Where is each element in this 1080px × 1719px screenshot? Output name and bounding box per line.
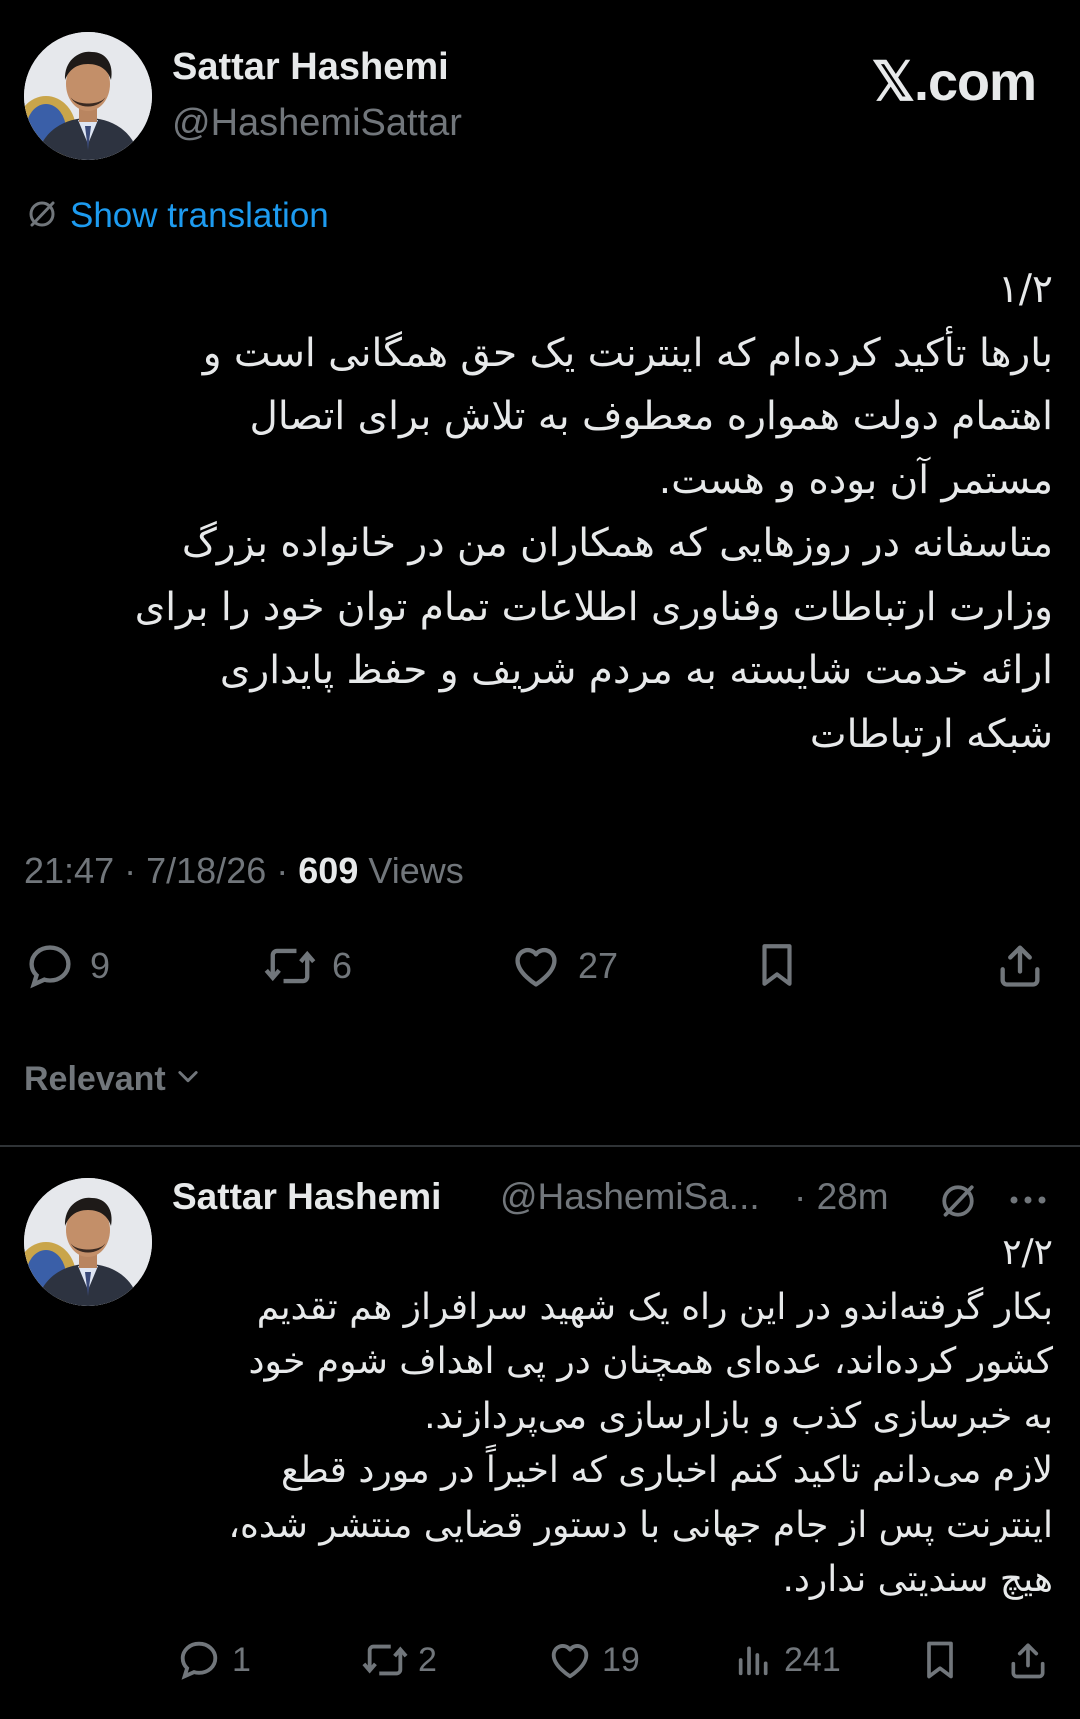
- repost-count: 2: [418, 1640, 437, 1679]
- reply-text-line: بکار گرفته‌اندو در این راه یک شهید سرافر…: [256, 1286, 1053, 1328]
- reply-author-name[interactable]: Sattar Hashemi: [172, 1176, 441, 1218]
- bookmark-icon: [752, 938, 802, 992]
- repost-button[interactable]: 2: [360, 1637, 437, 1683]
- share-icon: [994, 938, 1046, 992]
- views-button[interactable]: 241: [734, 1637, 841, 1683]
- globe-icon[interactable]: [938, 1181, 978, 1225]
- tweet-text-line: شبکه ارتباطات: [809, 711, 1053, 757]
- reply-time[interactable]: · 28m: [794, 1176, 889, 1218]
- separator: ·: [276, 850, 289, 891]
- repost-icon: [262, 940, 318, 992]
- like-button[interactable]: 19: [546, 1637, 640, 1683]
- like-icon: [546, 1637, 594, 1683]
- globe-icon: [26, 198, 58, 234]
- like-icon: [508, 940, 564, 992]
- repost-count: 6: [332, 945, 353, 986]
- divider: [0, 1145, 1080, 1147]
- like-count: 19: [602, 1640, 640, 1679]
- separator: ·: [124, 850, 137, 891]
- views-count: 609: [298, 850, 359, 891]
- like-button[interactable]: 27: [508, 940, 618, 992]
- reply-text-line: کشور کرده‌اند، عده‌ای همچنان در پی اهداف…: [248, 1341, 1053, 1382]
- bookmark-icon: [918, 1636, 962, 1684]
- views-icon: [734, 1637, 774, 1683]
- tweet-text-line: بارها تأکید کرده‌ام که اینترنت یک حق همگ…: [202, 330, 1053, 376]
- reply-count: 9: [90, 945, 111, 986]
- share-button[interactable]: [994, 938, 1046, 992]
- reply-text-line: لازم می‌دانم تاکید کنم اخباری که اخیراً …: [280, 1450, 1053, 1491]
- chevron-down-icon: [174, 1060, 202, 1099]
- reply-icon: [24, 940, 76, 992]
- reply-author-handle[interactable]: @HashemiSa...: [500, 1176, 760, 1218]
- share-button[interactable]: [1006, 1636, 1050, 1684]
- like-count: 27: [578, 945, 619, 986]
- reply-text-line: ۲/۲: [1002, 1232, 1053, 1273]
- reply-text-line: اینترنت پس از جام جهانی با دستور قضایی م…: [228, 1504, 1053, 1546]
- tweet-text: ۱/۲ بارها تأکید کرده‌ام که اینترنت یک حق…: [135, 258, 1053, 766]
- author-name[interactable]: Sattar Hashemi: [172, 46, 449, 89]
- sort-dropdown[interactable]: Relevant: [24, 1060, 202, 1099]
- tweet-date[interactable]: 7/18/26: [146, 850, 266, 891]
- tweet-text-line: وزارت ارتباطات وفناوری اطلاعات تمام توان…: [134, 584, 1053, 630]
- tweet-text-line: مستمر آن بوده و هست.: [658, 457, 1053, 503]
- repost-button[interactable]: 6: [262, 940, 352, 992]
- reply-text-line: هیچ سندیتی ندارد.: [782, 1559, 1053, 1600]
- share-icon: [1006, 1636, 1050, 1684]
- views-count: 241: [784, 1640, 841, 1679]
- reply-button[interactable]: 9: [24, 940, 110, 992]
- bookmark-button[interactable]: [752, 938, 802, 992]
- reply-text-line: به خبرسازی کذب و بازارسازی می‌پردازند.: [424, 1395, 1053, 1437]
- show-translation-label: Show translation: [70, 196, 329, 235]
- reply-author-avatar[interactable]: [24, 1178, 152, 1306]
- reply-text: ۲/۲ بکار گرفته‌اندو در این راه یک شهید س…: [228, 1226, 1053, 1608]
- tweet-text-line: اهتمام دولت همواره معطوف به تلاش برای ات…: [249, 394, 1054, 439]
- author-avatar[interactable]: [24, 32, 152, 160]
- reply-button[interactable]: 1: [176, 1637, 251, 1683]
- tweet-text-line: ۱/۲: [997, 267, 1053, 312]
- x-brand: 𝕏.com: [871, 52, 1037, 112]
- sort-label: Relevant: [24, 1060, 166, 1098]
- repost-icon: [360, 1637, 410, 1683]
- views-label: Views: [368, 850, 464, 891]
- tweet-text-line: ارائه خدمت شایسته به مردم شریف و حفظ پای…: [219, 648, 1053, 693]
- more-icon[interactable]: [1006, 1180, 1050, 1224]
- tweet-text-line: متاسفانه در روزهایی که همکاران من در خان…: [181, 521, 1053, 566]
- author-handle[interactable]: @HashemiSattar: [172, 102, 462, 145]
- reply-icon: [176, 1637, 222, 1683]
- reply-count: 1: [232, 1640, 251, 1679]
- show-translation-link[interactable]: Show translation: [26, 196, 329, 236]
- tweet-time[interactable]: 21:47: [24, 850, 114, 891]
- tweet-meta: 21:47 · 7/18/26 · 609 Views: [24, 850, 464, 892]
- bookmark-button[interactable]: [918, 1636, 962, 1684]
